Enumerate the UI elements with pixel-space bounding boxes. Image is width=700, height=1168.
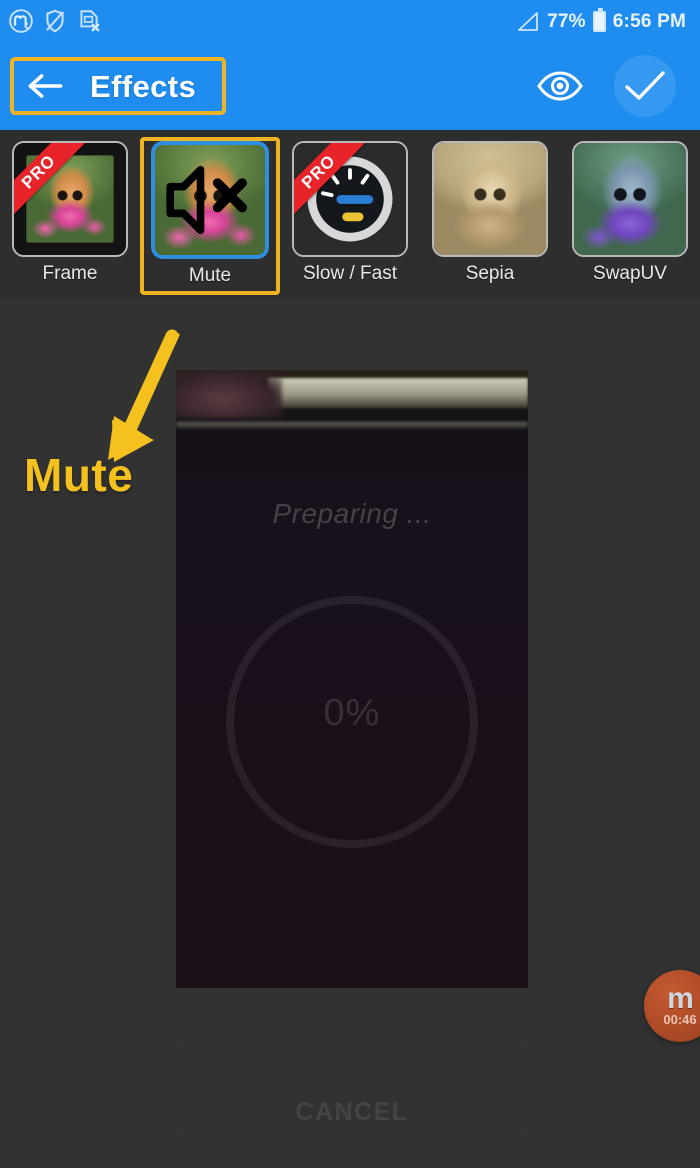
app-bar-actions — [536, 55, 676, 117]
check-icon — [625, 71, 665, 100]
page-title: Effects — [90, 68, 197, 104]
shield-off-icon — [46, 9, 64, 33]
battery-percent-label: 77% — [547, 10, 586, 32]
app-notification-icon — [9, 9, 33, 33]
cancel-button-label: CANCEL — [295, 1098, 409, 1126]
kitten-photo — [434, 143, 546, 255]
effect-thumbnail-swapuv — [572, 141, 688, 257]
effect-item-sepia[interactable]: Sepia — [420, 137, 560, 295]
back-arrow-icon[interactable] — [26, 71, 64, 101]
floating-widget-timer: 00:46 — [663, 1012, 697, 1028]
effect-thumbnail-slow-fast: PRO — [292, 141, 408, 257]
status-bar: 77% 6:56 PM — [0, 0, 700, 42]
effect-label-mute: Mute — [188, 265, 232, 286]
effect-thumbnail-mute — [151, 141, 269, 259]
cancel-button[interactable]: CANCEL — [176, 1042, 528, 1134]
effect-item-frame[interactable]: PRO Frame — [0, 137, 140, 295]
status-bar-left-icons — [8, 8, 102, 34]
effect-label-sepia: Sepia — [465, 263, 515, 284]
sim-card-missing-icon — [80, 10, 100, 32]
preparing-status-label: Preparing ... — [272, 498, 432, 529]
effect-thumbnail-frame: PRO — [12, 141, 128, 257]
mute-speaker-icon — [166, 165, 247, 235]
progress-percent-label: 0% — [323, 692, 381, 734]
effect-label-frame: Frame — [42, 263, 98, 284]
kitten-photo — [574, 143, 686, 255]
effects-strip[interactable]: PRO Frame Mute PRO Slow / Fast Sepia Swa… — [0, 130, 700, 298]
app-bar: Effects — [0, 42, 700, 130]
floating-widget-logo: m — [667, 981, 694, 1015]
effect-thumbnail-sepia — [432, 141, 548, 257]
effect-label-slow-fast: Slow / Fast — [303, 263, 397, 284]
kitten-photo — [26, 155, 114, 243]
eye-icon[interactable] — [536, 69, 584, 103]
effect-item-swapuv[interactable]: SwapUV — [560, 137, 700, 295]
confirm-button[interactable] — [614, 55, 676, 117]
battery-icon — [592, 7, 606, 32]
floating-recorder-widget[interactable]: m 00:46 — [644, 970, 700, 1042]
status-bar-right: 77% 6:56 PM — [516, 7, 686, 32]
back-and-title-highlight[interactable]: Effects — [10, 57, 227, 115]
effect-item-mute[interactable]: Mute — [140, 137, 280, 295]
video-preview-panel[interactable]: Preparing ... 0% — [176, 370, 528, 988]
annotation-arrow — [108, 329, 180, 462]
speedometer-icon — [307, 156, 393, 242]
signal-triangle-icon — [518, 11, 539, 31]
effect-item-slow-fast[interactable]: PRO Slow / Fast — [280, 137, 420, 295]
annotation-label: Mute — [24, 449, 134, 501]
clock-label: 6:56 PM — [612, 10, 686, 32]
effect-label-swapuv: SwapUV — [593, 263, 667, 284]
